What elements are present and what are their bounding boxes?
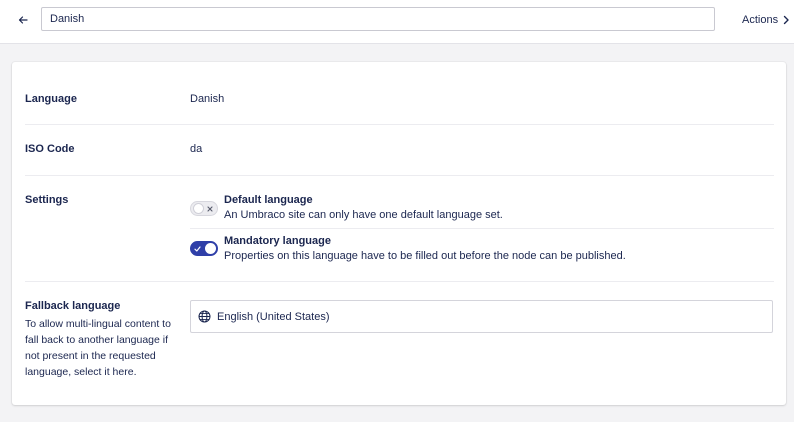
divider bbox=[25, 175, 774, 176]
language-name-input[interactable] bbox=[41, 7, 715, 31]
fallback-language-value: English (United States) bbox=[217, 310, 330, 323]
top-bar: Actions bbox=[0, 0, 794, 44]
default-language-description: An Umbraco site can only have one defaul… bbox=[224, 209, 503, 221]
actions-button[interactable]: Actions bbox=[742, 11, 790, 29]
default-language-toggle[interactable] bbox=[190, 201, 218, 216]
iso-code-label: ISO Code bbox=[25, 143, 75, 155]
fallback-language-description: To allow multi-lingual content to fall b… bbox=[25, 318, 171, 378]
x-icon bbox=[207, 205, 213, 212]
check-icon bbox=[194, 245, 201, 252]
toggle-knob bbox=[205, 243, 216, 254]
divider bbox=[190, 228, 774, 229]
chevron-right-icon bbox=[783, 15, 789, 25]
actions-label: Actions bbox=[742, 14, 779, 26]
back-button[interactable] bbox=[14, 11, 32, 29]
globe-icon bbox=[198, 310, 211, 323]
divider bbox=[25, 281, 774, 282]
mandatory-language-description: Properties on this language have to be f… bbox=[224, 250, 626, 262]
divider bbox=[25, 124, 774, 125]
iso-code-value: da bbox=[190, 143, 203, 155]
mandatory-language-toggle[interactable] bbox=[190, 241, 218, 256]
settings-label: Settings bbox=[25, 194, 69, 206]
arrow-left-icon bbox=[18, 16, 28, 24]
default-language-title: Default language bbox=[224, 194, 313, 206]
language-value: Danish bbox=[190, 93, 225, 105]
fallback-language-select[interactable]: English (United States) bbox=[190, 300, 773, 333]
mandatory-language-title: Mandatory language bbox=[224, 235, 331, 247]
language-label: Language bbox=[25, 93, 77, 105]
language-settings-card: Language Danish ISO Code da Settings Def… bbox=[12, 62, 786, 405]
toggle-knob bbox=[193, 203, 204, 214]
fallback-language-label: Fallback language bbox=[25, 300, 121, 312]
